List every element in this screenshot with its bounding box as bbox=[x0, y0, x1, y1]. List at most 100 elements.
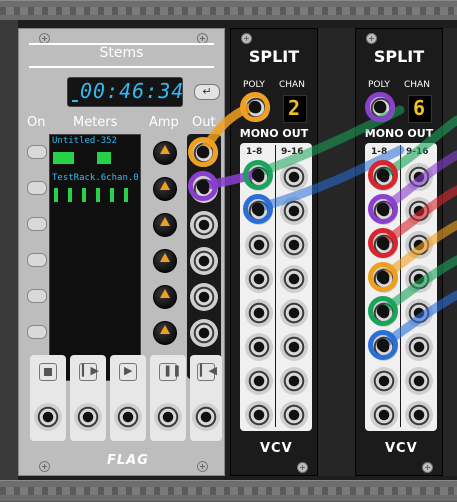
out-jack-5[interactable] bbox=[190, 283, 218, 311]
split-module-2: SPLIT POLY CHAN 6 MONO OUT 1-8 9-16 VCV bbox=[355, 28, 443, 476]
flag-logo: FLAG bbox=[107, 453, 149, 468]
mono-out-jack-15[interactable] bbox=[405, 367, 433, 395]
on-toggle-3[interactable] bbox=[27, 217, 47, 231]
mono-out-jack-8[interactable] bbox=[370, 401, 398, 429]
plug-purple-split2-poly[interactable] bbox=[365, 92, 395, 122]
plug-orange[interactable] bbox=[188, 137, 218, 167]
time-display: 00:46:34 bbox=[67, 77, 183, 107]
pause-icon: ❚❚ bbox=[163, 364, 182, 377]
pause-trigger-jack[interactable] bbox=[154, 403, 182, 431]
amp-knob-4[interactable] bbox=[153, 249, 177, 273]
play-icon: ▶ bbox=[124, 364, 133, 377]
mono-out-jack-12[interactable] bbox=[405, 265, 433, 293]
screw bbox=[197, 461, 208, 472]
out-label: Out bbox=[192, 115, 216, 130]
transport-play: ▶ bbox=[110, 355, 146, 441]
stop-trigger-jack[interactable] bbox=[34, 403, 62, 431]
transport-stop bbox=[30, 355, 66, 441]
mono-out-jack-3[interactable] bbox=[245, 231, 273, 259]
amp-knob-6[interactable] bbox=[153, 321, 177, 345]
mono-out-jack-12[interactable] bbox=[280, 265, 308, 293]
stop-button[interactable] bbox=[39, 363, 57, 381]
reset-return-button[interactable]: ↵ bbox=[194, 84, 220, 100]
amp-knob-2[interactable] bbox=[153, 177, 177, 201]
out-jack-6[interactable] bbox=[190, 319, 218, 347]
col2-label: 9-16 bbox=[281, 147, 304, 157]
stop-icon bbox=[44, 368, 52, 376]
amp-label: Amp bbox=[149, 115, 179, 130]
play-trigger-jack[interactable] bbox=[114, 403, 142, 431]
mono-out-jack-10[interactable] bbox=[405, 197, 433, 225]
mono-out-jack-8[interactable] bbox=[245, 401, 273, 429]
mono-out-jack-9[interactable] bbox=[405, 163, 433, 191]
on-toggle-2[interactable] bbox=[27, 181, 47, 195]
mono-out-jack-13[interactable] bbox=[405, 299, 433, 327]
mono-out-jack-16[interactable] bbox=[280, 401, 308, 429]
mono-out-jack-7[interactable] bbox=[245, 367, 273, 395]
plug-purple[interactable] bbox=[188, 171, 218, 201]
screw bbox=[366, 33, 377, 44]
play-button[interactable]: ▶ bbox=[119, 363, 137, 381]
out-jack-3[interactable] bbox=[190, 211, 218, 239]
pause-button[interactable]: ❚❚ bbox=[159, 363, 181, 381]
out-jack-4[interactable] bbox=[190, 247, 218, 275]
plug-blue-split2-6[interactable] bbox=[368, 330, 398, 360]
on-label: On bbox=[27, 115, 46, 130]
chan-label: CHAN bbox=[279, 80, 305, 90]
transport-pause: ❚❚ bbox=[150, 355, 186, 441]
mono-out-jack-5[interactable] bbox=[245, 299, 273, 327]
play-pause-trigger-jack[interactable] bbox=[74, 403, 102, 431]
split-title: SPLIT bbox=[373, 47, 425, 66]
split-module-1: SPLIT POLY CHAN 2 MONO OUT 1-8 9-16 VCV bbox=[230, 28, 318, 476]
track-1-name: Untitled-352 bbox=[52, 136, 118, 146]
amp-knob-3[interactable] bbox=[153, 213, 177, 237]
mono-out-jack-16[interactable] bbox=[405, 401, 433, 429]
mono-out-jack-13[interactable] bbox=[280, 299, 308, 327]
meter-bar bbox=[54, 188, 58, 202]
screw bbox=[422, 462, 433, 473]
on-toggle-4[interactable] bbox=[27, 253, 47, 267]
play-pause-button[interactable]: ▎▶ bbox=[79, 363, 99, 381]
col1-label: 1-8 bbox=[246, 147, 263, 157]
track-2-name: TestRack.6chan.0 bbox=[52, 173, 138, 183]
mono-out-jack-4[interactable] bbox=[245, 265, 273, 293]
rewind-trigger-jack[interactable] bbox=[192, 403, 220, 431]
meter-bar bbox=[96, 188, 100, 202]
on-toggle-5[interactable] bbox=[27, 289, 47, 303]
track-1-meter-r bbox=[97, 152, 111, 164]
track-2-meters bbox=[53, 188, 139, 202]
plug-red-split2-1[interactable] bbox=[368, 160, 398, 190]
mono-out-jack-15[interactable] bbox=[280, 367, 308, 395]
plug-orange-split2-4[interactable] bbox=[368, 262, 398, 292]
meters-screen: Untitled-352 TestRack.6chan.0 bbox=[49, 134, 141, 381]
on-toggle-1[interactable] bbox=[27, 145, 47, 159]
mono-out-jack-9[interactable] bbox=[280, 163, 308, 191]
screw bbox=[39, 461, 50, 472]
amp-knob-1[interactable] bbox=[153, 141, 177, 165]
mono-out-jack-7[interactable] bbox=[370, 367, 398, 395]
mono-out-jack-14[interactable] bbox=[405, 333, 433, 361]
plug-green-split1[interactable] bbox=[243, 160, 273, 190]
mono-out-jack-11[interactable] bbox=[405, 231, 433, 259]
plug-red-split2-3[interactable] bbox=[368, 228, 398, 258]
plug-green-split2-5[interactable] bbox=[368, 296, 398, 326]
split-title: SPLIT bbox=[248, 47, 300, 66]
col2-label: 9-16 bbox=[406, 147, 429, 157]
transport-play-pause: ▎▶ bbox=[70, 355, 106, 441]
stems-module: Stems 00:46:34 ↵ On Meters Amp Out Untit… bbox=[18, 28, 225, 476]
mono-out-label: MONO OUT bbox=[364, 127, 434, 140]
mono-out-jack-14[interactable] bbox=[280, 333, 308, 361]
transport-rewind: ▎◀ bbox=[190, 355, 222, 441]
screw bbox=[241, 33, 252, 44]
meters-label: Meters bbox=[73, 115, 118, 130]
vcv-logo: VCV bbox=[385, 441, 418, 456]
plug-blue-split1[interactable] bbox=[243, 194, 273, 224]
rewind-button[interactable]: ▎◀ bbox=[197, 363, 217, 381]
on-toggle-6[interactable] bbox=[27, 325, 47, 339]
mono-out-jack-11[interactable] bbox=[280, 231, 308, 259]
plug-orange-split1-poly[interactable] bbox=[240, 92, 270, 122]
amp-knob-5[interactable] bbox=[153, 285, 177, 309]
mono-out-jack-6[interactable] bbox=[245, 333, 273, 361]
plug-purple-split2-2[interactable] bbox=[368, 194, 398, 224]
mono-out-jack-10[interactable] bbox=[280, 197, 308, 225]
